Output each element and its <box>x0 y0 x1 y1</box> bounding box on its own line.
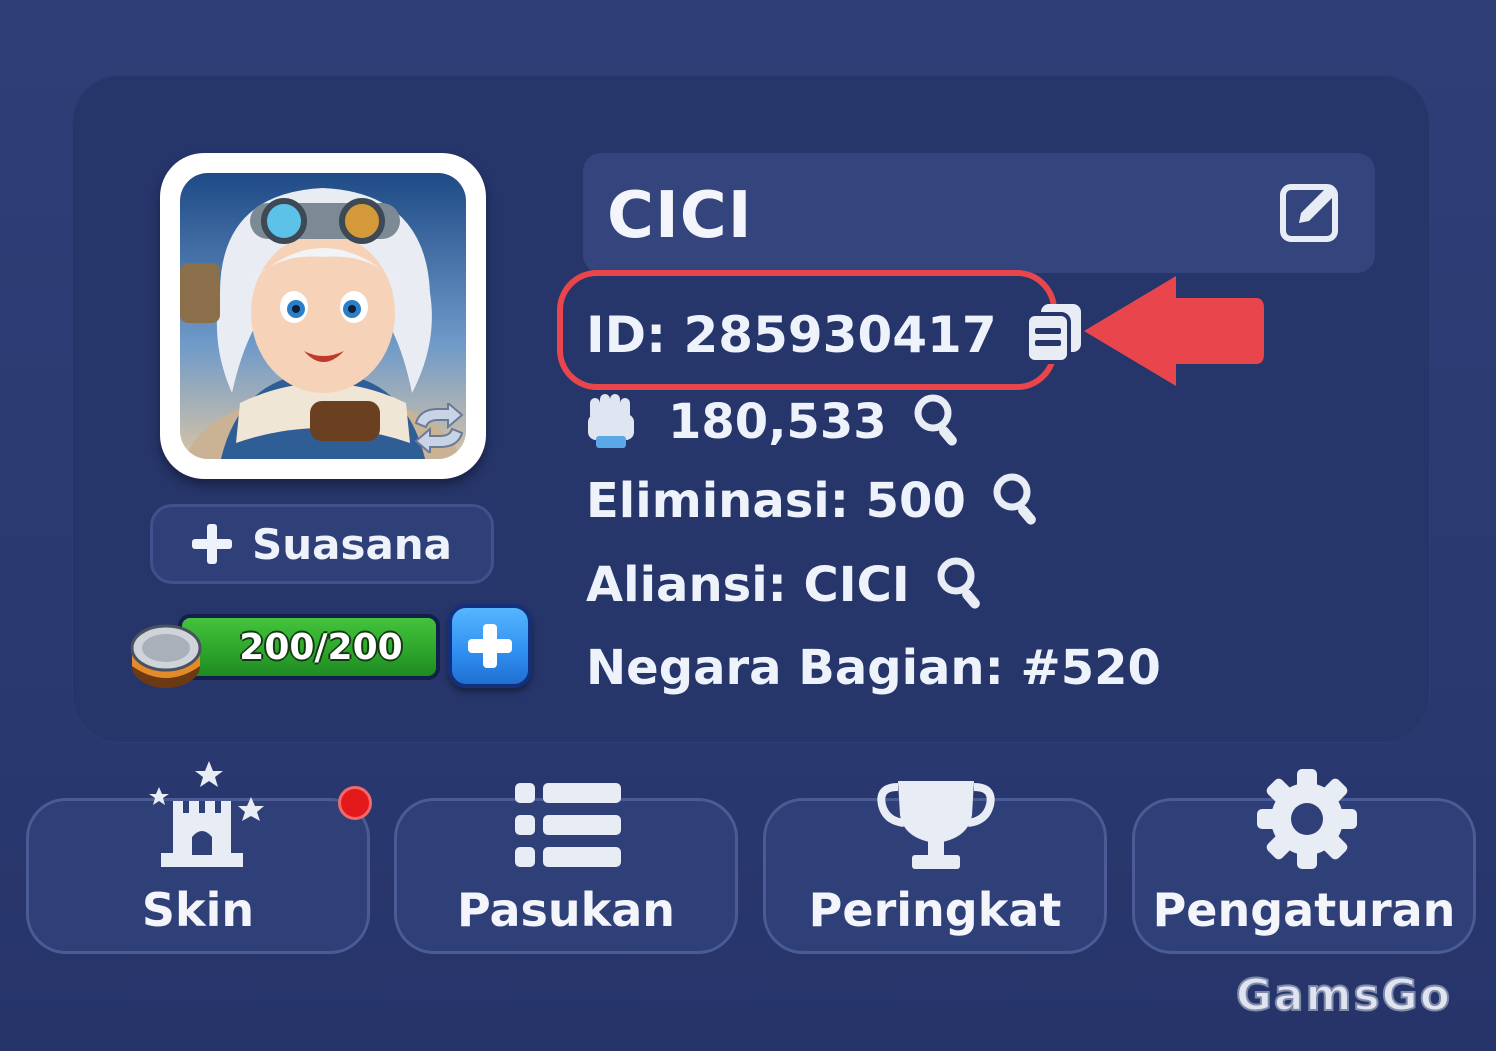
tab-settings[interactable]: Pengaturan <box>1132 769 1476 954</box>
tab-skin[interactable]: Skin <box>26 761 370 954</box>
plus-icon <box>191 524 232 564</box>
state-row: Negara Bagian: #520 <box>586 640 1161 696</box>
tab-troops[interactable]: Pasukan <box>394 783 738 954</box>
state-value: Negara Bagian: #520 <box>586 640 1161 696</box>
search-icon[interactable] <box>913 393 963 451</box>
notification-dot <box>338 786 372 820</box>
search-icon[interactable] <box>936 556 986 614</box>
power-value: 180,533 <box>668 394 887 450</box>
elimination-value: Eliminasi: 500 <box>586 473 966 529</box>
search-icon[interactable] <box>992 472 1042 530</box>
name-box: CICI <box>583 153 1375 273</box>
copy-icon[interactable] <box>1023 302 1085 368</box>
energy-can-icon <box>124 608 210 698</box>
list-icon <box>515 783 621 871</box>
trophy-icon <box>876 775 996 875</box>
mood-button[interactable]: Suasana <box>150 504 494 584</box>
arrow-icon <box>1084 274 1266 392</box>
edit-icon[interactable] <box>1279 177 1345 247</box>
tab-ranking[interactable]: Peringkat <box>763 781 1107 954</box>
castle-icon <box>147 761 267 873</box>
player-name: CICI <box>607 179 753 253</box>
swap-icon[interactable] <box>410 400 468 457</box>
tab-troops-label: Pasukan <box>456 883 676 937</box>
avatar[interactable] <box>160 153 486 479</box>
elimination-row: Eliminasi: 500 <box>586 472 1042 530</box>
power-row: 180,533 <box>586 392 963 452</box>
gear-icon <box>1257 769 1357 873</box>
tab-skin-label: Skin <box>141 883 255 937</box>
fist-icon <box>586 392 636 452</box>
tab-ranking-label: Peringkat <box>808 883 1062 937</box>
energy-bar: 200/200 <box>178 614 440 680</box>
alliance-row: Aliansi: CICI <box>586 556 986 614</box>
player-id: ID: 285930417 <box>586 306 997 364</box>
player-id-row: ID: 285930417 <box>586 302 1085 368</box>
energy-value: 200/200 <box>239 626 403 668</box>
tab-settings-label: Pengaturan <box>1152 883 1456 937</box>
mood-button-label: Suasana <box>251 519 453 569</box>
add-energy-button[interactable] <box>448 604 532 688</box>
alliance-value: Aliansi: CICI <box>586 557 910 613</box>
watermark-logo: GamsGo <box>1235 969 1452 1022</box>
